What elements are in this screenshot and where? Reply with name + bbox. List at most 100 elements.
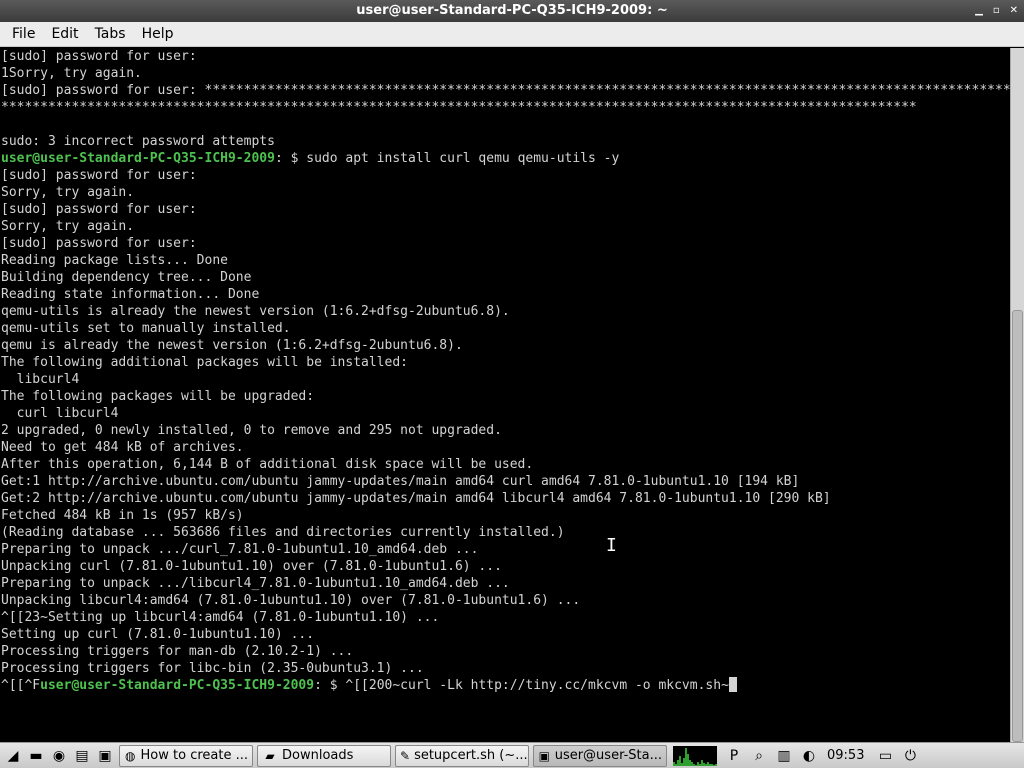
terminal-line-text: Sorry, try again. — [1, 185, 135, 200]
menu-edit[interactable]: Edit — [43, 22, 86, 47]
task-browser-icon: ◍ — [125, 748, 136, 763]
clipboard-icon[interactable]: ▥ — [774, 746, 794, 766]
terminal-line: ^[[^Fuser@user-Standard-PC-Q35-ICH9-2009… — [1, 677, 1010, 694]
power-icon[interactable]: ⏻ — [900, 746, 920, 766]
terminal-line-text: curl libcurl4 — [1, 406, 119, 421]
terminal-line: qemu is already the newest version (1:6.… — [1, 337, 1010, 354]
scrollbar-thumb[interactable] — [1012, 310, 1023, 742]
terminal-line-text: 2 upgraded, 0 newly installed, 0 to remo… — [1, 423, 502, 438]
terminal-line-text: qemu-utils is already the newest version… — [1, 304, 510, 319]
terminal-line-text: [sudo] password for user: — [1, 49, 197, 64]
text-cursor-icon: I — [606, 535, 617, 556]
terminal-line-text: Unpacking libcurl4:amd64 (7.81.0-1ubuntu… — [1, 593, 581, 608]
window-titlebar[interactable]: user@user-Standard-PC-Q35-ICH9-2009: ~ ▁… — [0, 0, 1024, 22]
terminal-output[interactable]: [sudo] password for user: 1Sorry, try aga… — [0, 48, 1010, 742]
terminal-line: Unpacking curl (7.81.0-1ubuntu1.10) over… — [1, 558, 1010, 575]
terminal-line: Sorry, try again. — [1, 218, 1010, 235]
maximize-button[interactable]: ▫ — [993, 0, 1000, 22]
search-icon[interactable]: ⌕ — [749, 746, 769, 766]
menu-file[interactable]: File — [4, 22, 43, 47]
task-editor[interactable]: ✎ setupcert.sh (~... — [395, 744, 529, 767]
terminal-line-text: 1Sorry, try again. — [1, 66, 142, 81]
terminal-line: 2 upgraded, 0 newly installed, 0 to remo… — [1, 422, 1010, 439]
terminal-line: Sorry, try again. — [1, 184, 1010, 201]
terminal-line-text: Unpacking curl (7.81.0-1ubuntu1.10) over… — [1, 559, 502, 574]
close-button[interactable]: ✕ — [1010, 0, 1018, 22]
menu-help[interactable]: Help — [134, 22, 182, 47]
terminal-line: Preparing to unpack .../curl_7.81.0-1ubu… — [1, 541, 1010, 558]
terminal-line: After this operation, 6,144 B of additio… — [1, 456, 1010, 473]
terminal-line-text: Need to get 484 kB of archives. — [1, 440, 244, 455]
terminal-line: [sudo] password for user: — [1, 48, 1010, 65]
terminal-escape-text: ^[[^F — [1, 678, 41, 693]
terminal-line: [sudo] password for user: — [1, 201, 1010, 218]
terminal-line: Need to get 484 kB of archives. — [1, 439, 1010, 456]
terminal-icon[interactable]: ▣ — [95, 746, 115, 766]
terminal-line: libcurl4 — [1, 371, 1010, 388]
terminal-line-text: Processing triggers for libc-bin (2.35-0… — [1, 661, 424, 676]
system-tray: P ⌕ ▥ ◐ 09:53 ▭ ⏻ — [673, 745, 920, 766]
tray-icons: P ⌕ ▥ ◐ — [721, 746, 819, 766]
menu-icon[interactable]: ◢ — [3, 746, 23, 766]
terminal-line: qemu-utils set to manually installed. — [1, 320, 1010, 337]
terminal-line-text: : $ ^[[200~curl -Lk http://tiny.cc/mkcvm… — [314, 678, 729, 693]
terminal-line: Processing triggers for libc-bin (2.35-0… — [1, 660, 1010, 677]
network-status-icon[interactable]: ◐ — [799, 746, 819, 766]
terminal-line-text: Sorry, try again. — [1, 219, 135, 234]
terminal-line-text: [sudo] password for user: — [1, 202, 197, 217]
network-icon[interactable]: ◉ — [49, 746, 69, 766]
terminal-line: ^[[23~Setting up libcurl4:amd64 (7.81.0-… — [1, 609, 1010, 626]
terminal-line: qemu-utils is already the newest version… — [1, 303, 1010, 320]
terminal-line: Setting up curl (7.81.0-1ubuntu1.10) ... — [1, 626, 1010, 643]
terminal-line-text: [sudo] password for user: — [1, 168, 197, 183]
task-label: How to create ... — [140, 748, 248, 763]
terminal-line: The following additional packages will b… — [1, 354, 1010, 371]
menubar: File Edit Tabs Help — [0, 22, 1024, 47]
terminal-line-text: ****************************************… — [1, 100, 917, 115]
terminal-line-text: The following additional packages will b… — [1, 355, 408, 370]
cpu-monitor-graph[interactable] — [673, 745, 717, 766]
p-icon[interactable]: P — [724, 746, 744, 766]
terminal-line: Get:1 http://archive.ubuntu.com/ubuntu j… — [1, 473, 1010, 490]
terminal-line: Fetched 484 kB in 1s (957 kB/s) — [1, 507, 1010, 524]
files-icon[interactable]: ▤ — [72, 746, 92, 766]
terminal-line: user@user-Standard-PC-Q35-ICH9-2009: $ s… — [1, 150, 1010, 167]
launcher-group: ◢ ▬ ◉ ▤ ▣ — [0, 746, 115, 766]
terminal-line-text: Reading package lists... Done — [1, 253, 228, 268]
task-terminal-icon: ▣ — [538, 748, 551, 763]
terminal-line-text: After this operation, 6,144 B of additio… — [1, 457, 534, 472]
terminal-scrollbar[interactable] — [1010, 48, 1024, 742]
terminal-line-text: Reading state information... Done — [1, 287, 260, 302]
terminal-line-text: libcurl4 — [1, 372, 80, 387]
terminal-line-text: sudo: 3 incorrect password attempts — [1, 134, 275, 149]
minimize-button[interactable]: ▁ — [975, 0, 983, 22]
terminal-line: 1Sorry, try again. — [1, 65, 1010, 82]
terminal-line-text: [sudo] password for user: — [1, 236, 197, 251]
terminal-line: [sudo] password for user: — [1, 235, 1010, 252]
cpu-bar — [715, 763, 717, 766]
task-downloads[interactable]: ▰ Downloads — [257, 744, 391, 767]
terminal-line: Get:2 http://archive.ubuntu.com/ubuntu j… — [1, 490, 1010, 507]
task-downloads-icon: ▰ — [265, 748, 275, 763]
terminal-line-text: The following packages will be upgraded: — [1, 389, 315, 404]
window-list-icon[interactable]: ▭ — [875, 746, 895, 766]
terminal-line-text: ^[[23~Setting up libcurl4:amd64 (7.81.0-… — [1, 610, 440, 625]
terminal-line-text: Processing triggers for man-db (2.10.2-1… — [1, 644, 354, 659]
terminal-line: Preparing to unpack .../libcurl4_7.81.0-… — [1, 575, 1010, 592]
terminal-line-text: [sudo] password for user: **************… — [1, 83, 1010, 98]
end-icons: ▭ ⏻ — [872, 746, 920, 766]
terminal-line: Reading state information... Done — [1, 286, 1010, 303]
terminal-cursor — [728, 677, 737, 692]
menu-tabs[interactable]: Tabs — [87, 22, 134, 47]
terminal-line: Unpacking libcurl4:amd64 (7.81.0-1ubuntu… — [1, 592, 1010, 609]
terminal-line-text: Preparing to unpack .../curl_7.81.0-1ubu… — [1, 542, 479, 557]
task-browser[interactable]: ◍ How to create ... — [119, 744, 253, 767]
task-editor-icon: ✎ — [400, 748, 411, 763]
show-desktop-icon[interactable]: ▬ — [26, 746, 46, 766]
clock[interactable]: 09:53 — [827, 748, 864, 763]
terminal-line-text: Fetched 484 kB in 1s (957 kB/s) — [1, 508, 244, 523]
task-terminal[interactable]: ▣ user@user-Sta... — [533, 744, 667, 767]
terminal-line-text: Get:2 http://archive.ubuntu.com/ubuntu j… — [1, 491, 831, 506]
terminal-line-text: Setting up curl (7.81.0-1ubuntu1.10) ... — [1, 627, 315, 642]
